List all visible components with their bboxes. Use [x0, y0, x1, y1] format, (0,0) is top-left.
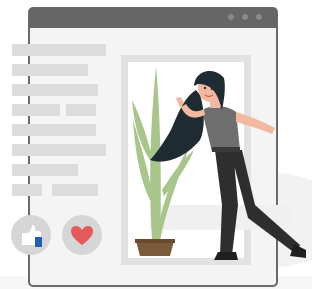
text-line: [12, 104, 60, 116]
illustration-scene: [0, 0, 312, 289]
text-line: [12, 44, 106, 56]
like-button[interactable]: [11, 215, 51, 255]
dot-icon[interactable]: [242, 14, 248, 20]
text-line: [12, 64, 88, 76]
text-line: [12, 124, 96, 136]
text-line: [66, 104, 96, 116]
dot-icon[interactable]: [256, 14, 262, 20]
heart-icon: [71, 226, 93, 245]
text-line: [12, 184, 42, 196]
text-line: [12, 84, 98, 96]
heart-button[interactable]: [62, 215, 102, 255]
plant-pot: [136, 241, 174, 256]
text-line: [12, 164, 78, 176]
dot-icon[interactable]: [228, 14, 234, 20]
thumbs-up-icon: [22, 225, 42, 247]
text-line: [12, 144, 106, 156]
text-line: [52, 184, 98, 196]
